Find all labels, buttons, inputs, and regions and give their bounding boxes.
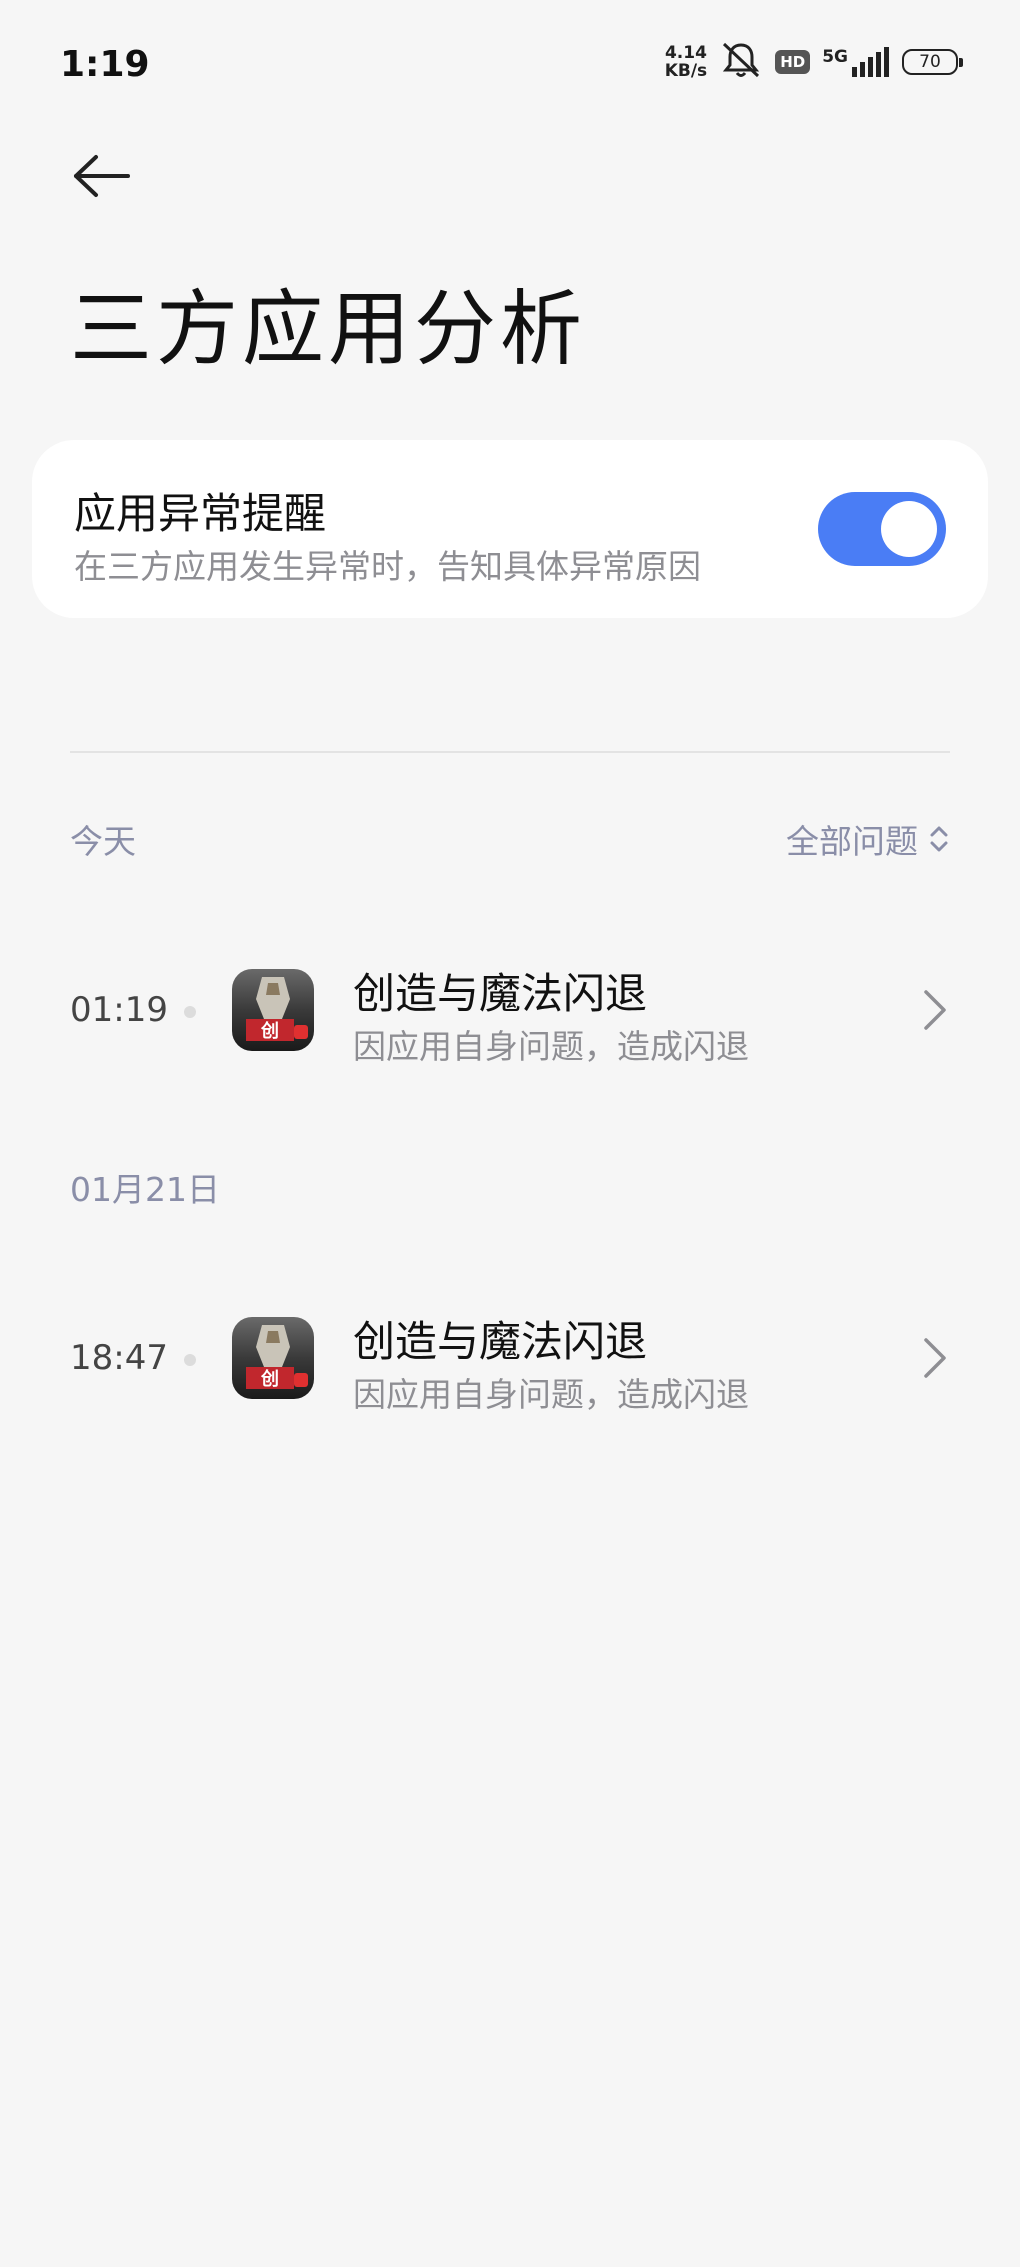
timeline-dot (184, 1354, 196, 1366)
alert-setting-title: 应用异常提醒 (74, 489, 327, 538)
network-speed-unit: KB/s (664, 61, 708, 81)
mute-bell-icon (719, 40, 763, 84)
status-icons: 4.14 KB/s HD 5G 70 (665, 40, 963, 84)
chevron-right-icon (924, 990, 946, 1030)
hd-badge: HD (775, 50, 811, 74)
event-app-name: 创造与魔法闪退 (353, 969, 648, 1018)
network-speed-value: 4.14 (664, 43, 707, 63)
status-bar: 1:19 4.14 KB/s HD 5G 70 (0, 0, 1020, 130)
event-time: 01:19 (70, 990, 168, 1030)
date-group-label: 今天 (70, 822, 136, 861)
battery-level: 70 (919, 52, 941, 72)
network-type-label: 5G (822, 47, 848, 67)
crash-event-row[interactable]: 18:47 创 创造与魔法闪退 因应用自身问题，造成闪退 (0, 1278, 1020, 1438)
up-down-chevron-icon (930, 826, 948, 852)
status-time: 1:19 (60, 44, 150, 85)
alert-toggle-switch[interactable] (818, 492, 946, 566)
battery-icon: 70 (902, 49, 963, 75)
app-icon: 创 (232, 969, 314, 1051)
date-group-label: 01月21日 (70, 1170, 220, 1209)
crash-event-row[interactable]: 01:19 创 创造与魔法闪退 因应用自身问题，造成闪退 (0, 930, 1020, 1090)
filter-label: 全部问题 (786, 822, 918, 861)
event-reason: 因应用自身问题，造成闪退 (353, 1027, 749, 1066)
chevron-right-icon (924, 1338, 946, 1378)
toggle-knob (881, 501, 937, 557)
event-time: 18:47 (70, 1338, 168, 1378)
alert-setting-subtitle: 在三方应用发生异常时，告知具体异常原因 (74, 547, 701, 586)
event-reason: 因应用自身问题，造成闪退 (353, 1375, 749, 1414)
divider (70, 751, 950, 753)
network-speed: 4.14 KB/s (665, 44, 707, 80)
svg-text:创: 创 (260, 1368, 279, 1390)
svg-text:创: 创 (260, 1020, 279, 1042)
timeline-dot (184, 1006, 196, 1018)
back-button[interactable] (66, 146, 138, 206)
signal-icon: 5G (822, 47, 890, 77)
alert-setting-card[interactable]: 应用异常提醒 在三方应用发生异常时，告知具体异常原因 (32, 440, 988, 618)
app-icon: 创 (232, 1317, 314, 1399)
event-app-name: 创造与魔法闪退 (353, 1317, 648, 1366)
page-title: 三方应用分析 (70, 282, 587, 377)
filter-dropdown[interactable]: 全部问题 (786, 815, 950, 863)
arrow-left-icon (74, 155, 130, 197)
